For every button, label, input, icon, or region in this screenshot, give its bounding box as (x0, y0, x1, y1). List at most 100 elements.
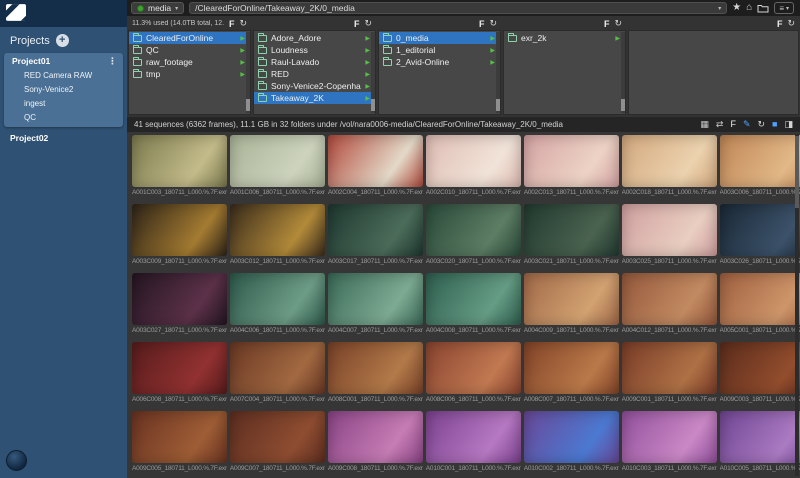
sequence-cell[interactable]: A003C026_180711_L000.%.7F.exr (720, 204, 800, 265)
sequence-thumbnail[interactable] (524, 342, 619, 394)
folder-row[interactable]: QC▶ (129, 44, 250, 56)
sequence-thumbnail[interactable] (622, 411, 717, 463)
thumbnail-size-icon[interactable]: ▦ (700, 120, 709, 129)
sequence-thumbnail[interactable] (328, 204, 423, 256)
sequence-cell[interactable]: A006C008_180711_L000.%.7F.exr (132, 342, 227, 403)
add-project-button[interactable]: + (56, 34, 69, 47)
sequence-cell[interactable]: A009C001_180711_L000.%.7F.exr (622, 342, 717, 403)
project-card[interactable]: Project01⋮RED Camera RAWSony-Venice2inge… (4, 53, 123, 127)
new-folder-icon[interactable] (757, 3, 769, 13)
sequence-thumbnail[interactable] (230, 342, 325, 394)
sequence-cell[interactable]: A004C006_180711_L000.%.7F.exr (230, 273, 325, 334)
sequence-cell[interactable]: A001C003_180711_L000.%.7F.exr (132, 135, 227, 196)
column-scrollbar[interactable] (371, 32, 375, 113)
sequence-cell[interactable]: A003C009_180711_L000.%.7F.exr (132, 204, 227, 265)
sequence-thumbnail[interactable] (132, 342, 227, 394)
sequence-cell[interactable]: A005C001_180711_L000.%.7F.exr (720, 273, 800, 334)
sequence-thumbnail[interactable] (328, 135, 423, 187)
sequence-thumbnail[interactable] (720, 204, 800, 256)
sequence-cell[interactable]: A003C017_180711_L000.%.7F.exr (328, 204, 423, 265)
volume-dropdown[interactable]: media ▾ (131, 2, 184, 14)
folder-row[interactable]: tmp▶ (129, 68, 250, 80)
sequence-thumbnail[interactable] (426, 342, 521, 394)
sequence-thumbnail[interactable] (426, 273, 521, 325)
folder-row[interactable]: 2_Avid-Online▶ (379, 56, 500, 68)
sequence-thumbnail[interactable] (132, 204, 227, 256)
filter-icon[interactable]: F (229, 19, 235, 29)
sequence-thumbnail[interactable] (524, 135, 619, 187)
project-row[interactable]: Project02 (0, 127, 127, 149)
project-subitem[interactable]: QC (4, 110, 123, 124)
sequence-thumbnail[interactable] (720, 135, 800, 187)
project-subitem[interactable]: RED Camera RAW (4, 68, 123, 82)
sequence-cell[interactable]: A003C006_180711_L000.%.7F.exr (720, 135, 800, 196)
folder-row[interactable]: exr_2k▶ (504, 32, 625, 44)
folder-row[interactable]: 0_media▶ (379, 32, 500, 44)
sequence-cell[interactable]: A004C012_180711_L000.%.7F.exr (622, 273, 717, 334)
sequence-cell[interactable]: A001C006_180711_L000.%.7F.exr (230, 135, 325, 196)
split-view-icon[interactable]: ◨ (784, 120, 793, 129)
sequence-cell[interactable]: A003C021_180711_L000.%.7F.exr (524, 204, 619, 265)
folder-row[interactable]: Adore_Adore▶ (254, 32, 375, 44)
refresh-icon[interactable]: ↻ (364, 18, 372, 29)
sequence-cell[interactable]: A003C012_180711_L000.%.7F.exr (230, 204, 325, 265)
sequence-thumbnail[interactable] (524, 273, 619, 325)
sequence-cell[interactable]: A002C010_180711_L000.%.7F.exr (426, 135, 521, 196)
sequence-cell[interactable]: A008C007_180711_L000.%.7F.exr (524, 342, 619, 403)
refresh-icon[interactable]: ↻ (614, 18, 622, 29)
kebab-menu-icon[interactable]: ⋮ (108, 57, 117, 65)
filter-icon[interactable]: F (604, 19, 610, 29)
sequence-cell[interactable]: A003C025_180711_L000.%.7F.exr (622, 204, 717, 265)
sequence-thumbnail[interactable] (230, 273, 325, 325)
grid-scrollbar[interactable] (795, 134, 799, 476)
sequence-thumbnail[interactable] (426, 135, 521, 187)
sequence-thumbnail[interactable] (230, 411, 325, 463)
sequence-thumbnail[interactable] (230, 135, 325, 187)
scrollbar-thumb[interactable] (496, 99, 500, 111)
sequence-thumbnail[interactable] (426, 204, 521, 256)
project-subitem[interactable]: Sony-Venice2 (4, 82, 123, 96)
sequence-cell[interactable]: A004C007_180711_L000.%.7F.exr (328, 273, 423, 334)
sequence-thumbnail[interactable] (132, 411, 227, 463)
sequence-cell[interactable]: A008C006_180711_L000.%.7F.exr (426, 342, 521, 403)
column-scrollbar[interactable] (246, 32, 250, 113)
view-menu-button[interactable]: ≡ ▾ (774, 2, 794, 14)
refresh-icon[interactable]: ↻ (758, 120, 766, 129)
sequence-cell[interactable]: A009C005_180711_L000.%.7F.exr (132, 411, 227, 472)
filter-icon[interactable]: F (354, 19, 360, 29)
folder-row[interactable]: Takeaway_2K▶ (254, 92, 375, 104)
help-button[interactable] (6, 450, 27, 471)
annotate-icon[interactable]: ✎ (743, 120, 751, 129)
sequence-thumbnail[interactable] (328, 342, 423, 394)
sequence-thumbnail[interactable] (622, 273, 717, 325)
sequence-thumbnail[interactable] (524, 411, 619, 463)
column-scrollbar[interactable] (621, 32, 625, 113)
sequence-thumbnail[interactable] (132, 273, 227, 325)
folder-row[interactable]: Raul-Lavado▶ (254, 56, 375, 68)
select-all-icon[interactable]: ■ (772, 120, 777, 129)
sequence-cell[interactable]: A004C009_180711_L000.%.7F.exr (524, 273, 619, 334)
path-input[interactable]: /ClearedForOnline/Takeaway_2K/0_media ▾ (189, 2, 727, 14)
sequence-cell[interactable]: A010C001_180711_L000.%.7F.exr (426, 411, 521, 472)
refresh-icon[interactable]: ↻ (239, 18, 247, 29)
sequence-cell[interactable]: A009C003_180711_L000.%.7F.exr (720, 342, 800, 403)
folder-row[interactable]: raw_footage▶ (129, 56, 250, 68)
sequence-thumbnail[interactable] (720, 273, 800, 325)
sequence-cell[interactable]: A002C004_180711_L000.%.7F.exr (328, 135, 423, 196)
sequence-thumbnail[interactable] (622, 135, 717, 187)
folder-row[interactable]: Sony-Venice2-Copenhagen▶ (254, 80, 375, 92)
sequence-cell[interactable]: A008C001_180711_L000.%.7F.exr (328, 342, 423, 403)
favorite-star-icon[interactable]: ★ (732, 3, 741, 13)
sequence-thumbnail[interactable] (328, 273, 423, 325)
refresh-icon[interactable]: ↻ (787, 18, 795, 29)
scrollbar-thumb[interactable] (795, 136, 799, 208)
folder-row[interactable]: ClearedForOnline▶ (129, 32, 250, 44)
sequence-cell[interactable]: A002C018_180711_L000.%.7F.exr (622, 135, 717, 196)
sequence-cell[interactable]: A010C005_180711_L000.%.7F.exr (720, 411, 800, 472)
folder-row[interactable]: 1_editorial▶ (379, 44, 500, 56)
scrollbar-thumb[interactable] (621, 99, 625, 111)
project-title-row[interactable]: Project01⋮ (4, 53, 123, 68)
refresh-icon[interactable]: ↻ (489, 18, 497, 29)
filter-icon[interactable]: F (730, 120, 736, 129)
sequence-cell[interactable]: A007C004_180711_L000.%.7F.exr (230, 342, 325, 403)
